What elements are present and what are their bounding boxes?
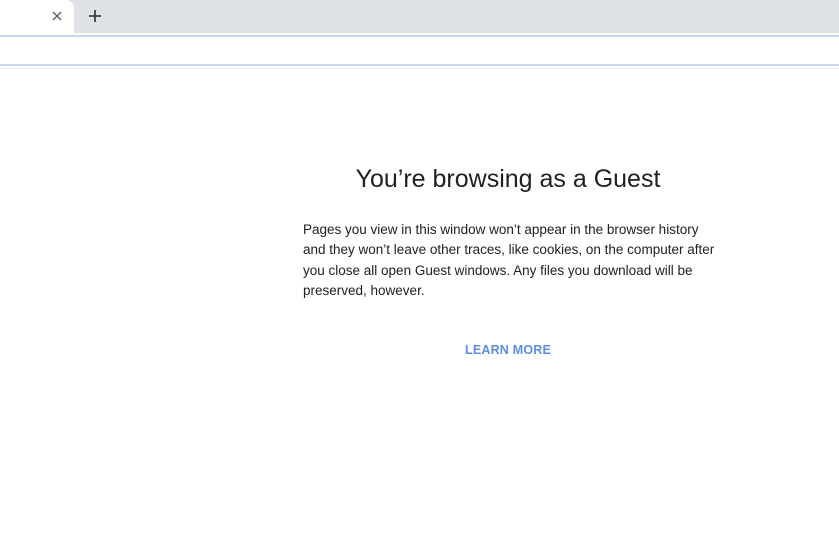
toolbar-divider-top — [0, 35, 839, 37]
guest-page-content: You’re browsing as a Guest Pages you vie… — [0, 69, 839, 547]
guest-description: Pages you view in this window won’t appe… — [303, 222, 715, 298]
active-tab[interactable] — [0, 0, 74, 33]
tab-strip — [0, 0, 839, 33]
close-icon[interactable] — [48, 7, 66, 25]
page-title: You’re browsing as a Guest — [355, 165, 661, 193]
toolbar — [0, 33, 839, 69]
learn-more-link[interactable]: LEARN MORE — [303, 343, 713, 357]
toolbar-divider-bottom — [0, 64, 839, 66]
plus-icon[interactable] — [85, 6, 105, 26]
